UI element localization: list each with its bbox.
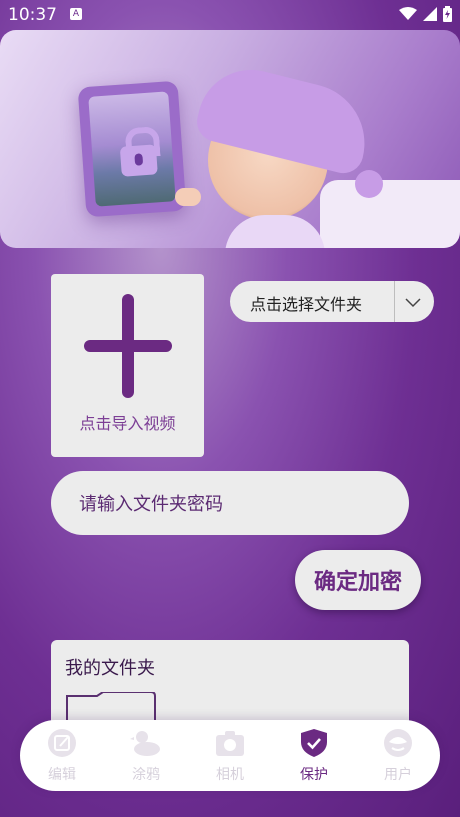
folder-select-label: 点击选择文件夹: [250, 295, 363, 314]
camera-icon: [216, 731, 244, 756]
nav-item-doodle[interactable]: 涂鸦: [116, 728, 176, 784]
battery-icon: [443, 6, 452, 22]
import-video-label: 点击导入视频: [79, 414, 176, 433]
nav-label-edit: 编辑: [48, 767, 76, 783]
user-icon: [384, 729, 412, 757]
nav-item-edit[interactable]: 编辑: [32, 728, 92, 784]
signal-icon: [423, 7, 437, 21]
chevron-down-icon[interactable]: [402, 291, 424, 313]
nav-label-protect: 保护: [300, 767, 328, 783]
notification-badge-icon: A: [70, 8, 82, 20]
nav-item-user[interactable]: 用户: [368, 728, 428, 784]
nav-label-camera: 相机: [216, 767, 244, 783]
duck-icon: [130, 731, 160, 756]
status-time: 10:37: [8, 5, 57, 25]
bed-illustration: [320, 180, 460, 248]
divider: [394, 281, 395, 322]
nav-label-doodle: 涂鸦: [132, 767, 160, 783]
password-input[interactable]: [77, 471, 391, 537]
shield-check-icon: [301, 729, 327, 757]
nav-item-camera[interactable]: 相机: [200, 728, 260, 784]
hero-banner: [0, 30, 460, 248]
status-icons: [399, 6, 452, 22]
photo-frame: [77, 80, 187, 218]
edit-icon: [48, 729, 76, 757]
my-folders-title: 我的文件夹: [65, 658, 155, 679]
nav-label-user: 用户: [384, 767, 412, 783]
wifi-icon: [399, 7, 417, 20]
confirm-encrypt-button[interactable]: 确定加密: [295, 550, 421, 610]
import-video-button[interactable]: 点击导入视频: [51, 274, 204, 457]
password-field[interactable]: [51, 471, 409, 537]
bottom-navigation: 编辑 涂鸦 相机 保护 用户: [20, 720, 440, 791]
status-bar: 10:37 A: [0, 0, 460, 30]
nav-item-protect[interactable]: 保护: [284, 728, 344, 784]
folder-select-dropdown[interactable]: 点击选择文件夹: [230, 281, 434, 322]
